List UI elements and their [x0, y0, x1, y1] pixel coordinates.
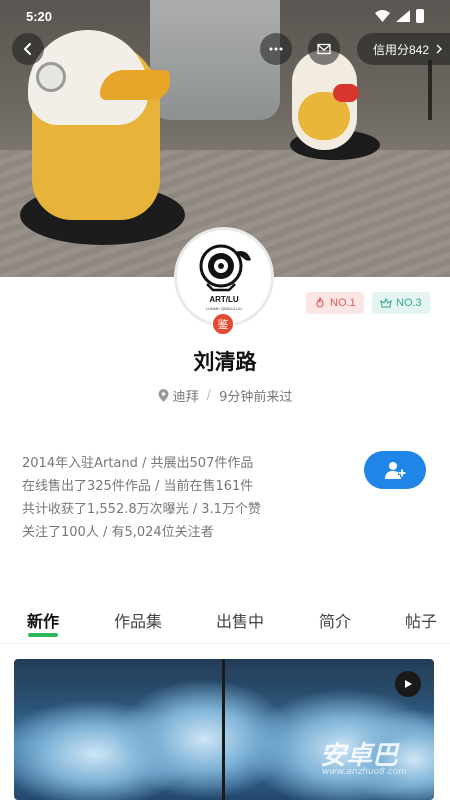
tab-for-sale[interactable]: 出售中 [216, 608, 264, 632]
cover-railing-post [428, 60, 432, 120]
rank-label-1: NO.1 [330, 297, 356, 309]
follow-button[interactable] [364, 451, 426, 489]
stat-line-exposure: 共计收获了1,552.8万次曝光 / 3.1万个赞 [22, 502, 261, 517]
rank-badge-flame[interactable]: NO.1 [306, 292, 364, 314]
chevron-right-icon [436, 44, 443, 54]
back-arrow-icon [24, 43, 31, 55]
rank-badge-crown[interactable]: NO.3 [372, 292, 430, 314]
location-pin-icon [158, 389, 169, 402]
more-options-button[interactable] [260, 33, 292, 65]
artwork-thumbnail[interactable] [14, 659, 434, 800]
stat-line-follows[interactable]: 关注了100人 / 有5,024位关注者 [22, 521, 261, 544]
profile-name: 刘清路 [193, 350, 257, 374]
tab-posts[interactable]: 帖子 [405, 608, 437, 632]
watermark-url: www.anzhuo8.com [322, 767, 408, 777]
stat-line-joined: 2014年入驻Artand / 共展出507件作品 [22, 456, 254, 471]
play-button[interactable] [395, 671, 421, 697]
profile-location: 迪拜 [172, 390, 199, 405]
play-icon [405, 680, 412, 688]
battery-icon [416, 9, 424, 23]
flame-icon [316, 297, 324, 308]
profile-tabs: 新作 作品集 出售中 简介 帖子 [0, 600, 450, 644]
meta-separator: / [206, 388, 212, 403]
credit-score-label: 信用分842 [373, 42, 430, 57]
status-icons [375, 9, 424, 23]
rank-label-2: NO.3 [396, 297, 422, 309]
artwork-divider [222, 659, 225, 800]
message-button[interactable] [308, 33, 340, 65]
wifi-icon [375, 10, 390, 22]
profile-meta: 迪拜 / 9分钟前来过 [0, 386, 450, 405]
active-tab-indicator [28, 633, 58, 637]
envelope-icon [317, 43, 331, 55]
back-button[interactable] [12, 33, 44, 65]
logo-sub-caption: LUHAN / QINGLU LIU [206, 307, 242, 311]
status-time: 5:20 [26, 9, 53, 24]
artist-logo: ART/LU LUHAN / QINGLU LIU [199, 244, 251, 311]
stat-line-sales: 在线售出了325件作品 / 当前在售161件 [22, 479, 254, 494]
credit-score-button[interactable]: 信用分842 [357, 33, 450, 65]
add-user-icon [385, 462, 406, 479]
profile-stats: 2014年入驻Artand / 共展出507件作品 在线售出了325件作品 / … [22, 452, 261, 544]
logo-caption: ART/LU [209, 295, 239, 304]
profile-last-seen: 9分钟前来过 [219, 390, 293, 405]
tab-new-works[interactable]: 新作 [27, 608, 59, 632]
more-dots-icon [269, 47, 283, 51]
verified-badge: 鉴 [211, 312, 235, 336]
tab-intro[interactable]: 简介 [319, 608, 351, 632]
status-bar: 5:20 [0, 0, 450, 32]
crown-icon [380, 297, 392, 308]
tab-collections[interactable]: 作品集 [114, 608, 162, 632]
signal-icon [396, 10, 410, 22]
